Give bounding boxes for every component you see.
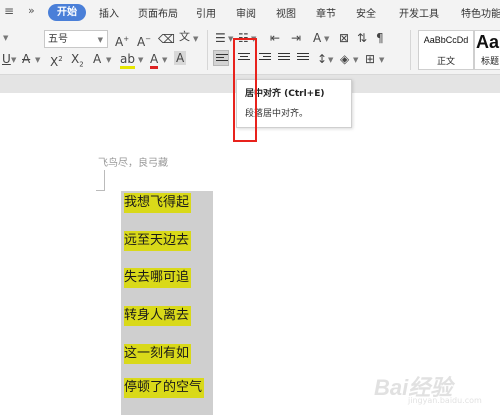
- bullet-list-icon[interactable]: ☰: [215, 31, 226, 45]
- chevron-down-icon[interactable]: ▼: [11, 56, 16, 64]
- subscript-icon[interactable]: X2: [71, 52, 84, 71]
- tab-page-layout[interactable]: 页面布局: [138, 5, 178, 20]
- highlight-color-icon[interactable]: ab: [120, 52, 135, 69]
- chevron-down-icon[interactable]: ▼: [193, 35, 198, 43]
- document-line[interactable]: 我想飞得起: [124, 193, 192, 213]
- align-left-icon: [216, 54, 228, 64]
- chevron-icon[interactable]: »: [28, 4, 35, 17]
- tab-security[interactable]: 安全: [356, 5, 376, 20]
- document-line[interactable]: 停顿了的空气: [124, 378, 205, 398]
- tab-special-features[interactable]: 特色功能: [461, 5, 500, 20]
- chevron-down-icon[interactable]: ▼: [324, 35, 329, 43]
- tab-review[interactable]: 审阅: [236, 5, 256, 20]
- chevron-down-icon[interactable]: ▼: [138, 56, 143, 64]
- clear-formatting-icon[interactable]: ⌫: [158, 32, 175, 46]
- decrease-indent-icon[interactable]: ⇤: [270, 31, 280, 45]
- document-heading-line: 飞鸟尽，良弓藏: [98, 158, 168, 169]
- style-sample: Aa: [476, 32, 500, 52]
- tab-developer-tools[interactable]: 开发工具: [399, 5, 439, 20]
- divider: [207, 30, 208, 70]
- show-hide-marks-icon[interactable]: ¶: [376, 31, 384, 45]
- phonetic-guide-icon[interactable]: 文: [179, 30, 190, 44]
- distributed-button[interactable]: [295, 50, 311, 66]
- distributed-icon: [297, 53, 309, 63]
- justify-icon: [278, 53, 290, 63]
- font-color-icon[interactable]: A: [150, 52, 159, 69]
- chevron-down-icon: ▼: [97, 36, 103, 44]
- chevron-down-icon[interactable]: ▼: [328, 56, 333, 64]
- text-direction-icon[interactable]: A: [313, 31, 321, 45]
- increase-font-size-icon[interactable]: A+: [115, 32, 129, 49]
- character-shading-icon[interactable]: A: [174, 51, 187, 65]
- style-name: 正文: [436, 57, 455, 67]
- strikethrough-icon[interactable]: A: [22, 52, 30, 66]
- divider: [410, 30, 411, 70]
- style-name: 标题: [481, 57, 500, 67]
- text-effect-icon[interactable]: A: [93, 52, 101, 66]
- line-spacing-icon[interactable]: ↕: [317, 52, 327, 66]
- chevron-down-icon[interactable]: ▼: [353, 56, 358, 64]
- tab-home[interactable]: 开始: [48, 4, 86, 21]
- increase-indent-icon[interactable]: ⇥: [291, 31, 301, 45]
- style-normal[interactable]: AaBbCcDd 正文: [418, 30, 474, 70]
- annotation-highlight-box: [233, 38, 257, 142]
- sort-icon[interactable]: ⇅: [357, 31, 367, 45]
- align-left-button[interactable]: [213, 50, 229, 66]
- chevron-down-icon[interactable]: ▼: [106, 56, 111, 64]
- font-name-dropdown-arrow-icon[interactable]: ▼: [3, 34, 8, 42]
- tab-insert[interactable]: 插入: [99, 5, 119, 20]
- chevron-down-icon[interactable]: ▼: [379, 56, 384, 64]
- align-right-icon: [259, 53, 271, 63]
- style-sample: AaBbCcDd: [423, 35, 469, 45]
- shading-icon[interactable]: ◈: [340, 52, 349, 66]
- underline-icon[interactable]: U: [2, 52, 11, 66]
- tab-references[interactable]: 引用: [196, 5, 216, 20]
- decrease-font-size-icon[interactable]: A−: [137, 32, 151, 49]
- watermark-subtext: jingyan.baidu.com: [408, 396, 482, 405]
- document-line[interactable]: 这一刻有如: [124, 344, 192, 364]
- margin-corner-mark: [96, 170, 105, 191]
- font-size-select[interactable]: 五号 ▼: [44, 30, 108, 48]
- chinese-layout-icon[interactable]: ⊠: [339, 31, 349, 45]
- justify-button[interactable]: [276, 50, 292, 66]
- menu-bar: ≡ » 开始 插入 页面布局 引用 审阅 视图 章节 安全 开发工具 特色功能: [0, 0, 500, 24]
- tab-view[interactable]: 视图: [276, 5, 296, 20]
- font-size-value: 五号: [48, 34, 68, 45]
- tab-chapter[interactable]: 章节: [316, 5, 336, 20]
- chevron-down-icon[interactable]: ▼: [162, 56, 167, 64]
- document-line[interactable]: 远至天边去: [124, 231, 192, 251]
- baidu-watermark-logo: Bai经验 jingyan.baidu.com: [352, 368, 492, 408]
- document-line[interactable]: 失去哪可追: [124, 268, 192, 288]
- style-heading[interactable]: Aa 标题: [474, 30, 500, 70]
- chevron-down-icon[interactable]: ▼: [35, 56, 40, 64]
- superscript-icon[interactable]: X2: [50, 52, 63, 69]
- hamburger-icon[interactable]: ≡: [4, 4, 14, 18]
- borders-icon[interactable]: ⊞: [365, 52, 375, 66]
- document-line[interactable]: 转身人离去: [124, 306, 192, 326]
- align-right-button[interactable]: [257, 50, 273, 66]
